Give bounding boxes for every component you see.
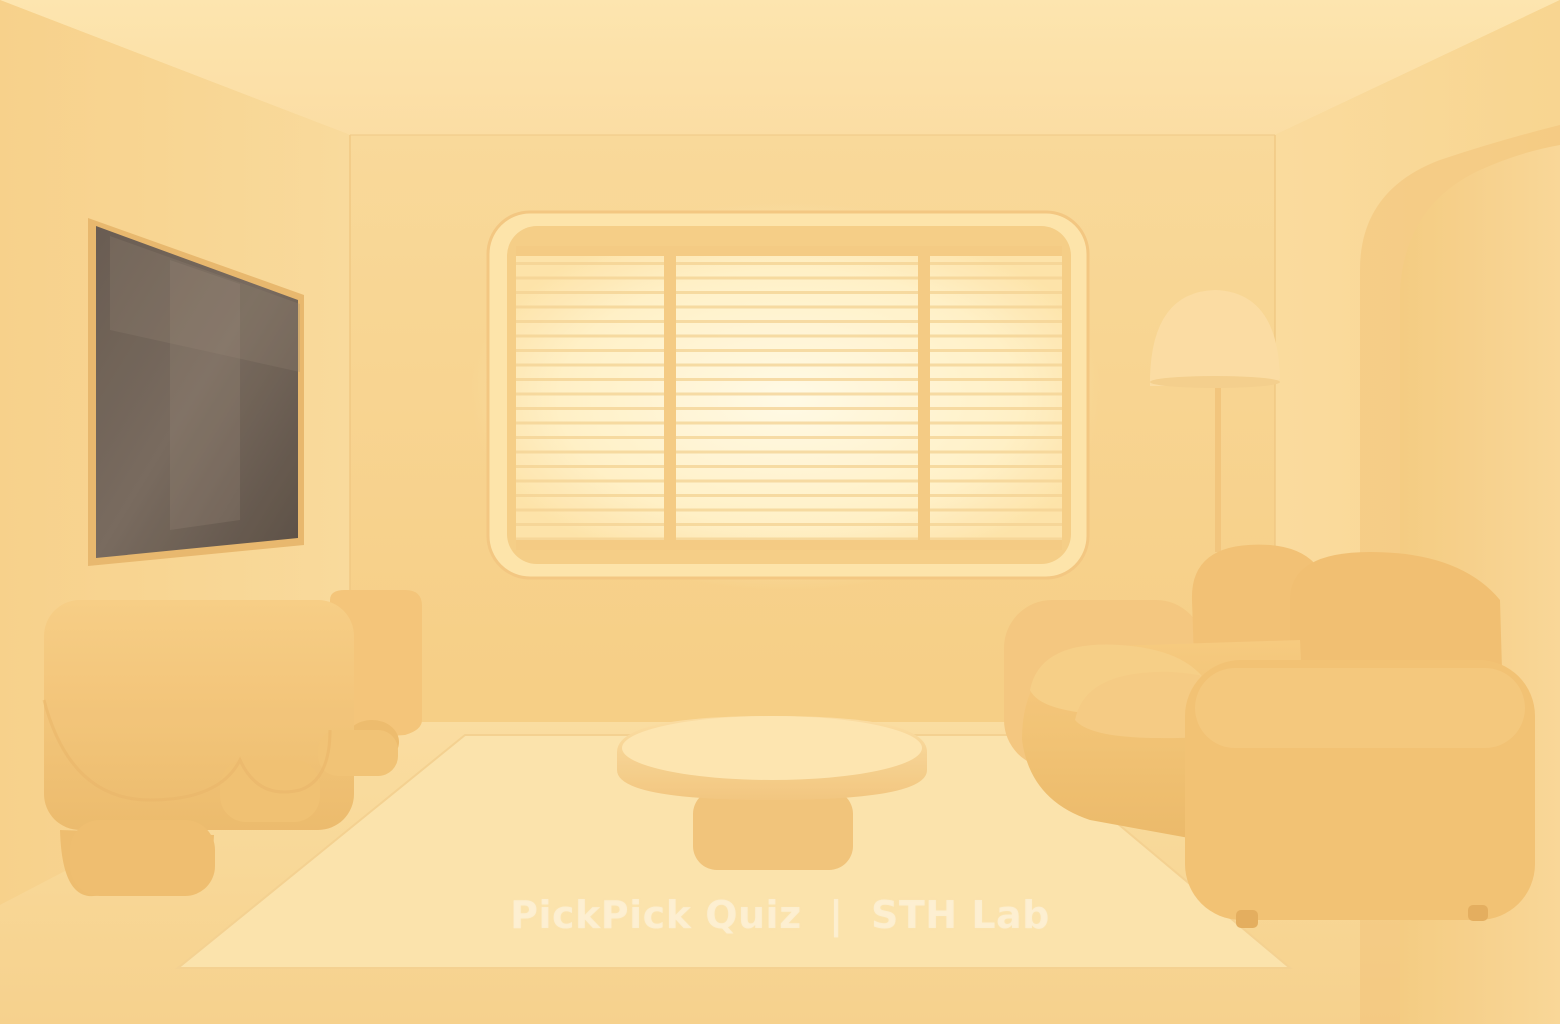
watermark-text: PickPick Quiz | STH Lab [510, 893, 1050, 937]
living-room-scene: PickPick Quiz | STH Lab [0, 0, 1560, 1024]
room-illustration [0, 0, 1560, 1024]
